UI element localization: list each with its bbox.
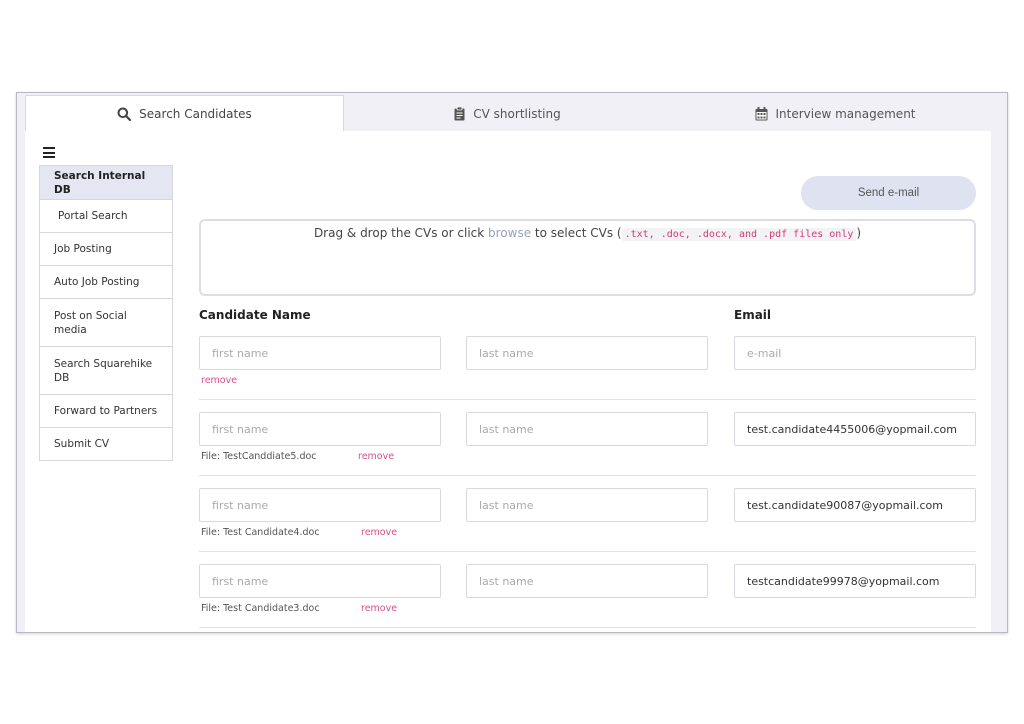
row-divider xyxy=(199,475,976,476)
tab-label: Search Candidates xyxy=(139,107,252,121)
email-input[interactable] xyxy=(734,564,976,598)
first-name-input[interactable] xyxy=(199,336,441,370)
sidebar-item-forward-to-partners[interactable]: Forward to Partners xyxy=(40,394,172,427)
email-header: Email xyxy=(734,308,772,322)
remove-link[interactable]: remove xyxy=(358,451,394,462)
menu-icon[interactable] xyxy=(43,147,55,158)
app-window: Search Candidates CV shortlisting Interv… xyxy=(16,92,1008,633)
email-input[interactable] xyxy=(734,336,976,370)
sidebar-item-submit-cv[interactable]: Submit CV xyxy=(40,427,172,460)
browse-link[interactable]: browse xyxy=(488,226,531,240)
calendar-icon xyxy=(755,106,768,121)
row-divider xyxy=(199,399,976,400)
sidebar-item-search-internal-db[interactable]: Search Internal DB xyxy=(40,166,172,199)
tab-interview-management[interactable]: Interview management xyxy=(671,95,999,132)
dropzone-text: ) xyxy=(856,226,862,240)
email-input[interactable] xyxy=(734,488,976,522)
sidebar-item-portal-search[interactable]: Portal Search xyxy=(40,199,172,232)
last-name-input[interactable] xyxy=(466,488,708,522)
row-divider xyxy=(199,551,976,552)
remove-link[interactable]: remove xyxy=(361,603,397,614)
send-email-button[interactable]: Send e-mail xyxy=(801,176,976,210)
clipboard-icon xyxy=(454,106,465,121)
cv-dropzone[interactable]: Drag & drop the CVs or click browse to s… xyxy=(199,219,976,296)
tab-label: CV shortlisting xyxy=(473,106,561,121)
tab-content: Search Internal DB Portal Search Job Pos… xyxy=(25,131,991,632)
email-input[interactable] xyxy=(734,412,976,446)
file-name: File: TestCanddiate5.doc xyxy=(201,451,317,462)
sidebar: Search Internal DB Portal Search Job Pos… xyxy=(39,165,173,461)
candidate-name-header: Candidate Name xyxy=(199,308,311,322)
row-divider xyxy=(199,627,976,628)
search-icon xyxy=(117,107,132,121)
last-name-input[interactable] xyxy=(466,412,708,446)
tab-cv-shortlisting[interactable]: CV shortlisting xyxy=(344,95,671,132)
remove-link[interactable]: remove xyxy=(201,375,237,386)
file-name: File: Test Candidate4.doc xyxy=(201,527,320,538)
tab-bar: Search Candidates CV shortlisting Interv… xyxy=(25,95,999,132)
file-name: File: Test Candidate3.doc xyxy=(201,603,320,614)
sidebar-item-post-on-social-media[interactable]: Post on Social media xyxy=(40,298,172,346)
sidebar-item-auto-job-posting[interactable]: Auto Job Posting xyxy=(40,265,172,298)
dropzone-text: Drag & drop the CVs or click xyxy=(313,226,489,240)
sidebar-item-job-posting[interactable]: Job Posting xyxy=(40,232,172,265)
first-name-input[interactable] xyxy=(199,488,441,522)
file-formats: .txt, .doc, .docx, and .pdf files only xyxy=(621,228,857,241)
first-name-input[interactable] xyxy=(199,564,441,598)
last-name-input[interactable] xyxy=(466,336,708,370)
remove-link[interactable]: remove xyxy=(361,527,397,538)
last-name-input[interactable] xyxy=(466,564,708,598)
tab-search-candidates[interactable]: Search Candidates xyxy=(25,95,344,132)
tab-label: Interview management xyxy=(775,106,916,121)
sidebar-item-search-squarehike-db[interactable]: Search Squarehike DB xyxy=(40,346,172,394)
first-name-input[interactable] xyxy=(199,412,441,446)
dropzone-text: to select CVs ( xyxy=(531,226,622,240)
